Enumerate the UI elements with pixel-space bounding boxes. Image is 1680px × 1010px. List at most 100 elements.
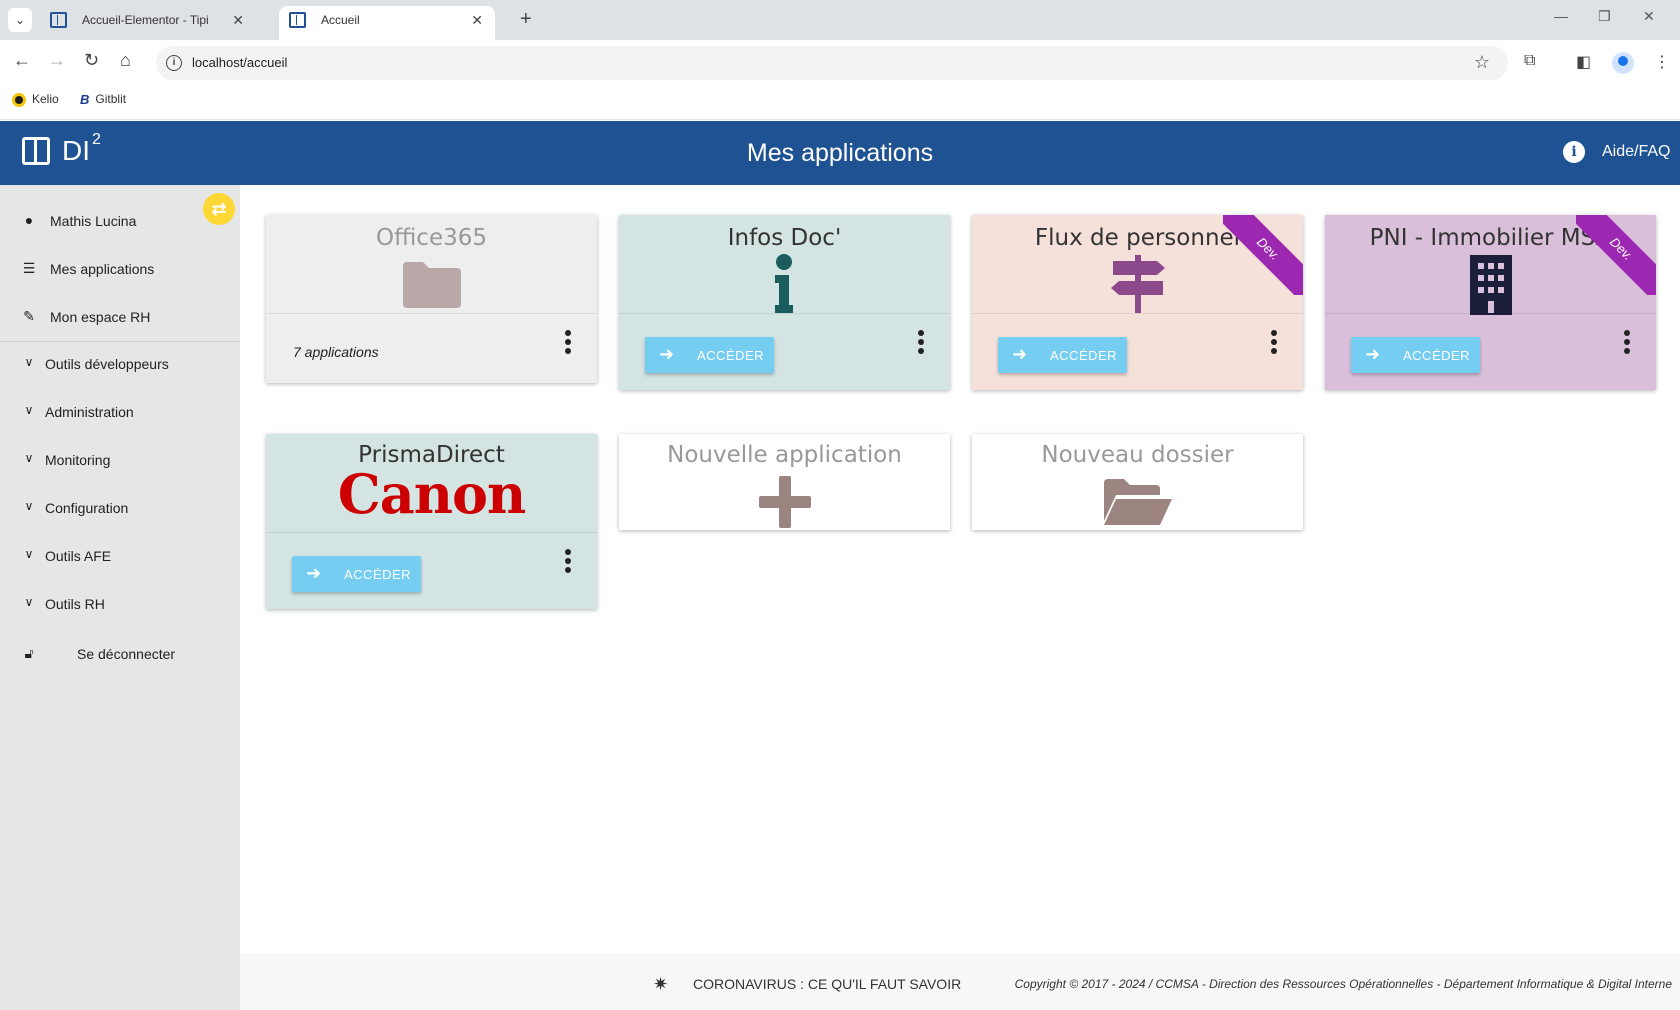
sidebar-group-configuration[interactable]: ∨ Configuration bbox=[0, 488, 240, 528]
minimize-window-icon[interactable]: — bbox=[1554, 8, 1568, 24]
more-options-icon[interactable] bbox=[563, 330, 573, 358]
access-button[interactable]: ➜ ACCÉDER bbox=[645, 337, 774, 373]
close-tab-icon[interactable]: ✕ bbox=[471, 6, 483, 34]
plus-icon bbox=[759, 476, 811, 528]
more-options-icon[interactable] bbox=[1622, 330, 1632, 358]
sidebar-group-label: Monitoring bbox=[45, 452, 111, 468]
bookmark-label: Kelio bbox=[32, 92, 59, 106]
new-application-card[interactable]: Nouvelle application bbox=[619, 434, 950, 530]
sidebar-group-label: Outils développeurs bbox=[45, 356, 169, 372]
app-count-text: 7 applications bbox=[293, 344, 379, 360]
site-favicon-icon bbox=[289, 12, 306, 28]
sidebar-group-outils-rh[interactable]: ∨ Outils RH bbox=[0, 584, 240, 624]
page-footer: ✷ CORONAVIRUS : CE QU'IL FAUT SAVOIR Cop… bbox=[240, 954, 1680, 1010]
card-title: Infos Doc' bbox=[727, 225, 842, 251]
info-icon bbox=[775, 254, 793, 313]
new-folder-card[interactable]: Nouveau dossier bbox=[972, 434, 1303, 530]
sign-in-icon: ➜ bbox=[306, 563, 322, 583]
restore-window-icon[interactable]: ❐ bbox=[1598, 8, 1611, 25]
app-card-prismadirect[interactable]: PrismaDirect Canon ➜ ACCÉDER bbox=[266, 434, 597, 609]
unlock-icon: 🔓︎ bbox=[24, 645, 34, 661]
kelio-icon bbox=[12, 92, 26, 107]
info-circle-icon[interactable]: i bbox=[1563, 141, 1585, 163]
sidebar-item-logout[interactable]: 🔓︎ Se déconnecter bbox=[0, 634, 240, 674]
sidebar: ⇄ ● Mathis Lucina ☰ Mes applications ✎ M… bbox=[0, 185, 240, 1010]
chevron-down-icon: ∨ bbox=[24, 355, 34, 369]
folder-icon bbox=[403, 262, 461, 308]
site-favicon-icon bbox=[50, 12, 67, 28]
app-card-infos-doc[interactable]: Infos Doc' ➜ ACCÉDER bbox=[619, 215, 950, 390]
sidebar-item-label: Mathis Lucina bbox=[50, 213, 137, 229]
profile-avatar-icon[interactable] bbox=[1612, 52, 1634, 74]
card-title: Office365 bbox=[375, 225, 488, 251]
coronavirus-link[interactable]: CORONAVIRUS : CE QU'IL FAUT SAVOIR bbox=[693, 976, 961, 992]
home-icon[interactable]: ⌂ bbox=[120, 50, 131, 71]
url-text[interactable]: localhost/accueil bbox=[192, 55, 287, 70]
card-footer: ➜ ACCÉDER bbox=[266, 532, 597, 609]
sidebar-group-outils-developpeurs[interactable]: ∨ Outils développeurs bbox=[0, 344, 240, 384]
sidebar-item-mes-applications[interactable]: ☰ Mes applications bbox=[0, 249, 240, 289]
card-title: Nouveau dossier bbox=[1041, 442, 1234, 468]
browser-tab-elementor[interactable]: Accueil-Elementor - Tipi ✕ bbox=[40, 6, 256, 40]
close-tab-icon[interactable]: ✕ bbox=[232, 6, 244, 34]
more-options-icon[interactable] bbox=[563, 549, 573, 577]
reload-icon[interactable]: ↻ bbox=[84, 50, 99, 71]
app-card-office365[interactable]: Office365 7 applications bbox=[266, 215, 597, 383]
address-bar[interactable]: i localhost/accueil ☆ bbox=[156, 46, 1508, 80]
bookmark-label: Gitblit bbox=[95, 92, 127, 106]
canon-logo: Canon bbox=[337, 462, 527, 526]
sidebar-item-mon-espace-rh[interactable]: ✎ Mon espace RH bbox=[0, 297, 240, 337]
signpost-icon bbox=[1111, 255, 1165, 313]
sidebar-group-monitoring[interactable]: ∨ Monitoring bbox=[0, 440, 240, 480]
bookmark-kelio[interactable]: Kelio bbox=[12, 92, 59, 107]
user-icon: ● bbox=[24, 212, 34, 228]
extensions-icon[interactable]: ⧉ bbox=[1524, 52, 1535, 70]
close-window-icon[interactable]: ✕ bbox=[1643, 8, 1655, 25]
sidebar-group-label: Configuration bbox=[45, 500, 129, 516]
sidebar-item-user[interactable]: ● Mathis Lucina bbox=[0, 201, 240, 241]
chevron-down-icon: ∨ bbox=[24, 403, 34, 417]
browser-menu-icon[interactable]: ⋮ bbox=[1654, 52, 1670, 72]
access-button[interactable]: ➜ ACCÉDER bbox=[1351, 337, 1480, 373]
chevron-down-icon: ∨ bbox=[24, 451, 34, 465]
tab-title: Accueil-Elementor - Tipi bbox=[82, 13, 209, 27]
access-button[interactable]: ➜ ACCÉDER bbox=[998, 337, 1127, 373]
sidebar-group-label: Administration bbox=[45, 404, 134, 420]
help-faq-link[interactable]: Aide/FAQ bbox=[1602, 143, 1670, 161]
more-options-icon[interactable] bbox=[1269, 330, 1279, 358]
sign-in-icon: ➜ bbox=[1012, 344, 1028, 364]
site-info-icon[interactable]: i bbox=[166, 55, 182, 71]
sidebar-divider bbox=[0, 341, 240, 342]
card-footer: ➜ ACCÉDER bbox=[1325, 313, 1656, 390]
building-icon bbox=[1470, 255, 1512, 315]
browser-tab-accueil[interactable]: Accueil ✕ bbox=[279, 6, 495, 40]
browser-tab-bar: ⌄ Accueil-Elementor - Tipi ✕ Accueil ✕ +… bbox=[0, 0, 1680, 40]
access-button[interactable]: ➜ ACCÉDER bbox=[292, 556, 421, 592]
forward-arrow-icon[interactable]: → bbox=[48, 50, 66, 71]
dev-ribbon: Dev. bbox=[1576, 215, 1656, 295]
gitblit-icon: B bbox=[80, 92, 90, 108]
bookmark-star-icon[interactable]: ☆ bbox=[1474, 52, 1490, 73]
card-footer: 7 applications bbox=[266, 313, 597, 383]
app-card-flux-de-personnel[interactable]: Flux de personnel Dev. ➜ ACCÉDER bbox=[972, 215, 1303, 390]
copyright-text: Copyright © 2017 - 2024 / CCMSA - Direct… bbox=[1014, 977, 1672, 991]
logout-label: Se déconnecter bbox=[77, 646, 176, 662]
side-panel-icon[interactable]: ◧ bbox=[1576, 52, 1591, 72]
sidebar-group-label: Outils RH bbox=[45, 596, 105, 612]
more-options-icon[interactable] bbox=[916, 330, 926, 358]
sign-in-icon: ➜ bbox=[659, 344, 675, 364]
access-button-label: ACCÉDER bbox=[344, 567, 412, 582]
app-card-pni-immobilier[interactable]: PNI - Immobilier MSA Dev. ➜ ACCÉDER bbox=[1325, 215, 1656, 390]
sidebar-group-administration[interactable]: ∨ Administration bbox=[0, 392, 240, 432]
list-icon: ☰ bbox=[22, 260, 36, 276]
sidebar-item-label: Mes applications bbox=[50, 261, 155, 277]
chevron-down-icon: ∨ bbox=[24, 595, 34, 609]
tab-list-button[interactable]: ⌄ bbox=[8, 8, 32, 32]
back-arrow-icon[interactable]: ← bbox=[13, 50, 31, 71]
new-tab-button[interactable]: + bbox=[520, 8, 532, 31]
sidebar-group-outils-afe[interactable]: ∨ Outils AFE bbox=[0, 536, 240, 576]
page-title: Mes applications bbox=[746, 139, 934, 167]
bookmark-gitblit[interactable]: B Gitblit bbox=[80, 92, 126, 107]
chevron-down-icon: ∨ bbox=[24, 499, 34, 513]
card-title: Nouvelle application bbox=[667, 442, 902, 468]
